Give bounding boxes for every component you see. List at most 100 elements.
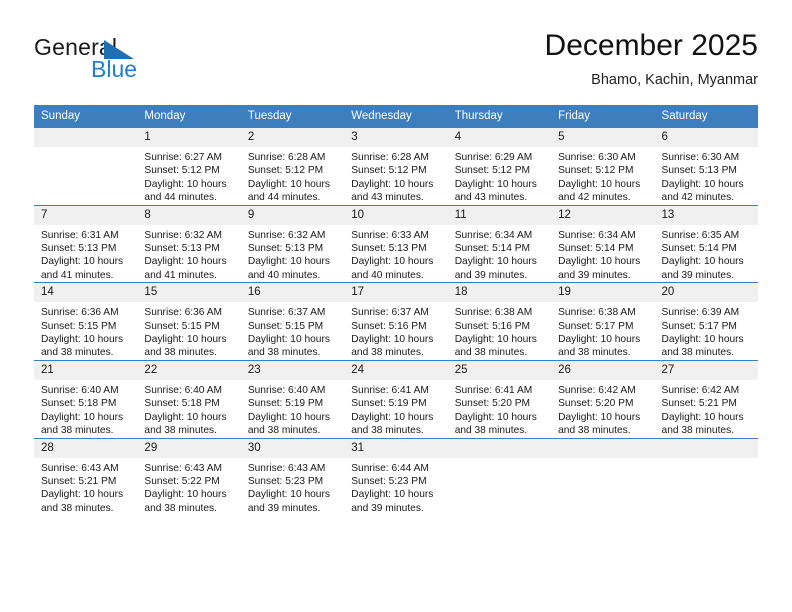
day-detail-block: Sunrise: 6:43 AM Sunset: 5:22 PM Daylight:…: [137, 458, 240, 516]
day-number: 30: [240, 438, 345, 458]
calendar-day-cell-empty: [654, 437, 758, 516]
sunrise-text: Sunrise: 6:28 AM: [351, 152, 429, 163]
calendar-day-cell-empty: [447, 437, 552, 516]
daylight-text: Daylight: 10 hours: [41, 411, 124, 423]
calendar-day-cell-empty: [34, 127, 138, 206]
day-detail-block: Sunrise: 6:37 AM Sunset: 5:15 PM Daylight:…: [241, 302, 344, 360]
daylight-text: and 44 minutes.: [144, 192, 217, 204]
daylight-text: and 39 minutes.: [661, 269, 735, 281]
calendar-header-row: Sunday Monday Tuesday Wednesday Thursday Frid…: [34, 105, 758, 128]
day-detail-block: Sunrise: 6:41 AM Sunset: 5:19 PM Daylight:…: [344, 380, 447, 438]
day-number: 21: [34, 360, 138, 380]
calendar-day-cell[interactable]: 3 Sunrise: 6:28 AM Sunset: 5:12 PM Daylight…: [344, 127, 448, 206]
calendar-day-cell[interactable]: 1 Sunrise: 6:27 AM Sunset: 5:12 PM Daylight…: [137, 127, 241, 206]
calendar-day-cell[interactable]: 30 Sunrise: 6:43 AM Sunset: 5:23 PM Dayligh…: [240, 437, 345, 516]
calendar-day-cell[interactable]: 17 Sunrise: 6:37 AM Sunset: 5:16 PM Dayligh…: [344, 282, 448, 361]
daylight-text: Daylight: 10 hours: [558, 411, 641, 423]
calendar-day-cell[interactable]: 16 Sunrise: 6:37 AM Sunset: 5:15 PM Dayligh…: [240, 282, 345, 361]
calendar-day-cell[interactable]: 4 Sunrise: 6:29 AM Sunset: 5:12 PM Daylight…: [447, 127, 552, 206]
daylight-text: and 38 minutes.: [351, 347, 424, 359]
daylight-text: Daylight: 10 hours: [454, 256, 537, 268]
daylight-text: Daylight: 10 hours: [247, 178, 330, 190]
sunrise-text: Sunrise: 6:30 AM: [661, 152, 740, 163]
sunrise-text: Sunrise: 6:42 AM: [558, 384, 636, 396]
daylight-text: Daylight: 10 hours: [351, 489, 434, 501]
calendar-day-cell[interactable]: 27 Sunrise: 6:42 AM Sunset: 5:21 PM Dayligh…: [654, 359, 758, 438]
sunrise-text: Sunrise: 6:43 AM: [247, 462, 326, 474]
calendar-week-row: 28 Sunrise: 6:43 AM Sunset: 5:21 PM Dayligh…: [34, 437, 758, 516]
calendar-day-cell[interactable]: 6 Sunrise: 6:30 AM Sunset: 5:13 PM Daylight…: [654, 127, 758, 206]
sunrise-text: Sunrise: 6:32 AM: [144, 229, 223, 241]
day-detail-block: Sunrise: 6:31 AM Sunset: 5:13 PM Daylight:…: [34, 225, 137, 283]
calendar-day-cell[interactable]: 12 Sunrise: 6:34 AM Sunset: 5:14 PM Dayligh…: [551, 204, 655, 283]
calendar-day-cell[interactable]: 11 Sunrise: 6:34 AM Sunset: 5:14 PM Dayligh…: [447, 204, 552, 283]
day-number: 5: [551, 128, 655, 147]
calendar-day-cell[interactable]: 20 Sunrise: 6:39 AM Sunset: 5:17 PM Dayligh…: [654, 282, 758, 361]
daylight-text: and 38 minutes.: [661, 347, 735, 359]
sunrise-text: Sunrise: 6:40 AM: [144, 384, 223, 396]
calendar-day-cell[interactable]: 21 Sunrise: 6:40 AM Sunset: 5:18 PM Dayligh…: [34, 359, 138, 438]
calendar-day-cell[interactable]: 29 Sunrise: 6:43 AM Sunset: 5:22 PM Dayligh…: [137, 437, 241, 516]
sunset-text: Sunset: 5:12 PM: [247, 165, 324, 177]
calendar-day-cell[interactable]: 9 Sunrise: 6:32 AM Sunset: 5:13 PM Daylight…: [240, 204, 345, 283]
calendar-day-cell[interactable]: 18 Sunrise: 6:38 AM Sunset: 5:16 PM Dayligh…: [447, 282, 552, 361]
day-detail-block: Sunrise: 6:32 AM Sunset: 5:13 PM Daylight:…: [137, 225, 240, 283]
sunset-text: Sunset: 5:13 PM: [144, 243, 220, 255]
sunset-text: Sunset: 5:13 PM: [351, 243, 427, 255]
day-number: [447, 438, 552, 458]
sunset-text: Sunset: 5:15 PM: [144, 320, 220, 332]
calendar-body: 1 Sunrise: 6:27 AM Sunset: 5:12 PM Daylight…: [34, 127, 758, 516]
day-number: 14: [34, 283, 138, 303]
daylight-text: Daylight: 10 hours: [661, 411, 744, 423]
title-block: December 2025 Bhamo, Kachin, Myanmar: [545, 28, 758, 89]
sunset-text: Sunset: 5:13 PM: [247, 243, 324, 255]
daylight-text: Daylight: 10 hours: [661, 334, 744, 346]
day-detail-block: Sunrise: 6:37 AM Sunset: 5:16 PM Daylight:…: [344, 302, 447, 360]
calendar-day-cell[interactable]: 22 Sunrise: 6:40 AM Sunset: 5:18 PM Dayligh…: [137, 359, 241, 438]
daylight-text: Daylight: 10 hours: [351, 256, 434, 268]
calendar-page: General Blue December 2025 Bhamo, Kachin…: [0, 0, 792, 612]
calendar-day-cell[interactable]: 2 Sunrise: 6:28 AM Sunset: 5:12 PM Daylight…: [240, 127, 345, 206]
sunset-text: Sunset: 5:12 PM: [351, 165, 427, 177]
calendar-day-cell[interactable]: 10 Sunrise: 6:33 AM Sunset: 5:13 PM Dayligh…: [344, 204, 448, 283]
calendar-day-cell[interactable]: 14 Sunrise: 6:36 AM Sunset: 5:15 PM Dayligh…: [34, 282, 138, 361]
sunset-text: Sunset: 5:13 PM: [661, 165, 737, 177]
daylight-text: Daylight: 10 hours: [454, 178, 537, 190]
daylight-text: and 38 minutes.: [144, 347, 217, 359]
day-detail-block: Sunrise: 6:30 AM Sunset: 5:13 PM Daylight:…: [655, 147, 758, 205]
calendar-day-cell[interactable]: 7 Sunrise: 6:31 AM Sunset: 5:13 PM Daylight…: [34, 204, 138, 283]
sunset-text: Sunset: 5:13 PM: [41, 243, 117, 255]
daylight-text: and 38 minutes.: [144, 502, 217, 514]
calendar-day-cell[interactable]: 24 Sunrise: 6:41 AM Sunset: 5:19 PM Dayligh…: [344, 359, 448, 438]
day-number: 24: [344, 360, 448, 380]
general-blue-logo[interactable]: General Blue: [34, 34, 214, 88]
daylight-text: Daylight: 10 hours: [144, 489, 227, 501]
calendar-day-cell[interactable]: 31 Sunrise: 6:44 AM Sunset: 5:23 PM Dayligh…: [344, 437, 448, 516]
daylight-text: Daylight: 10 hours: [247, 334, 330, 346]
sunrise-text: Sunrise: 6:39 AM: [661, 307, 740, 319]
calendar-day-cell[interactable]: 25 Sunrise: 6:41 AM Sunset: 5:20 PM Dayligh…: [447, 359, 552, 438]
daylight-text: and 38 minutes.: [351, 425, 424, 437]
calendar-day-cell[interactable]: 8 Sunrise: 6:32 AM Sunset: 5:13 PM Daylight…: [137, 204, 241, 283]
sunset-text: Sunset: 5:14 PM: [661, 243, 737, 255]
daylight-text: Daylight: 10 hours: [454, 334, 537, 346]
calendar-week-row: 7 Sunrise: 6:31 AM Sunset: 5:13 PM Daylight…: [34, 204, 758, 283]
calendar-week-row: 1 Sunrise: 6:27 AM Sunset: 5:12 PM Daylight…: [34, 127, 758, 206]
calendar-day-cell[interactable]: 23 Sunrise: 6:40 AM Sunset: 5:19 PM Dayligh…: [240, 359, 345, 438]
calendar-day-cell[interactable]: 19 Sunrise: 6:38 AM Sunset: 5:17 PM Dayligh…: [551, 282, 655, 361]
sunrise-text: Sunrise: 6:40 AM: [41, 384, 119, 396]
calendar-day-cell[interactable]: 13 Sunrise: 6:35 AM Sunset: 5:14 PM Dayligh…: [654, 204, 758, 283]
sunrise-text: Sunrise: 6:37 AM: [351, 307, 429, 319]
daylight-text: Daylight: 10 hours: [144, 256, 227, 268]
sunrise-text: Sunrise: 6:30 AM: [558, 152, 636, 163]
day-number: 4: [447, 128, 552, 147]
daylight-text: Daylight: 10 hours: [661, 256, 744, 268]
calendar-day-cell[interactable]: 28 Sunrise: 6:43 AM Sunset: 5:21 PM Dayligh…: [34, 437, 138, 516]
day-detail-block: Sunrise: 6:40 AM Sunset: 5:18 PM Daylight:…: [137, 380, 240, 438]
day-number: 27: [654, 360, 758, 380]
calendar-day-cell[interactable]: 26 Sunrise: 6:42 AM Sunset: 5:20 PM Dayligh…: [551, 359, 655, 438]
daylight-text: and 39 minutes.: [247, 502, 321, 514]
calendar-day-cell[interactable]: 5 Sunrise: 6:30 AM Sunset: 5:12 PM Daylight…: [551, 127, 655, 206]
calendar-day-cell[interactable]: 15 Sunrise: 6:36 AM Sunset: 5:15 PM Dayligh…: [137, 282, 241, 361]
daylight-text: Daylight: 10 hours: [41, 489, 124, 501]
